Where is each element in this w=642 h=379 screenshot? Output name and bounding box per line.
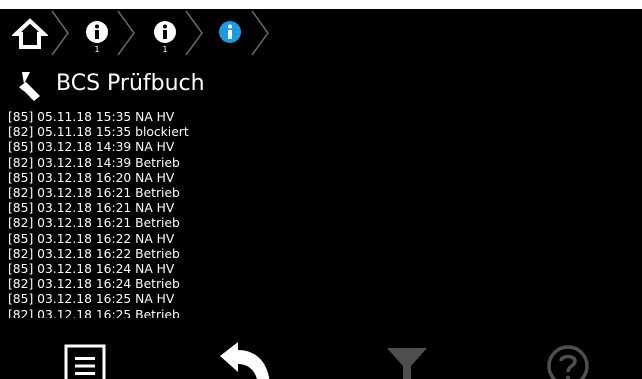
window-top-edge [0, 0, 642, 9]
log-entry: [82] 03.12.18 14:39 Betrieb [8, 155, 180, 170]
breadcrumb-info-2[interactable]: 1 [136, 9, 204, 57]
back-button[interactable] [218, 340, 276, 379]
log-entry: [82] 03.12.18 16:25 Betrieb [8, 307, 180, 318]
home-icon [12, 18, 48, 49]
page-title: BCS Prüfbuch [56, 71, 205, 96]
log-entry: [85] 03.12.18 16:24 NA HV [8, 262, 175, 277]
bottom-toolbar [6, 318, 642, 379]
menu-icon [64, 344, 106, 379]
breadcrumb-separator [251, 10, 269, 56]
info-icon-active [219, 21, 241, 43]
info-icon [154, 21, 176, 43]
breadcrumb-separator [185, 10, 203, 56]
log-entry: [82] 03.12.18 16:21 Betrieb [8, 186, 180, 201]
breadcrumb-info-1[interactable]: 1 [68, 9, 136, 57]
log-entry: [85] 05.11.18 15:35 NA HV [8, 110, 175, 124]
breadcrumb-number: 1 [94, 45, 100, 54]
log-entry: [82] 03.12.18 16:24 Betrieb [8, 277, 180, 292]
back-arrow-icon [220, 342, 270, 379]
help-button[interactable] [546, 344, 590, 379]
log-entry: [82] 03.12.18 16:22 Betrieb [8, 246, 180, 261]
breadcrumb-separator [117, 10, 135, 56]
log-entry: [85] 03.12.18 16:25 NA HV [8, 292, 175, 307]
log-entry: [82] 05.11.18 15:35 blockiert [8, 125, 189, 140]
menu-button[interactable] [64, 344, 106, 379]
logbook-tool-icon [19, 72, 40, 101]
breadcrumb-home[interactable] [6, 9, 69, 57]
filter-button[interactable] [385, 346, 429, 379]
log-list[interactable]: [85] 05.11.18 15:35 NA HV [82] 05.11.18 … [8, 110, 638, 318]
breadcrumb-info-current[interactable] [204, 9, 272, 57]
breadcrumb-separator [51, 10, 69, 56]
log-entry: [82] 03.12.18 16:21 Betrieb [8, 216, 180, 231]
info-icon [86, 21, 108, 43]
breadcrumb-number: 1 [162, 45, 168, 54]
device-screen: 1 1 BCS Prüfbuch [85] 05.11.18 15:35 NA … [6, 9, 642, 379]
breadcrumb: 1 1 [6, 9, 642, 57]
log-entry: [85] 03.12.18 16:21 NA HV [8, 201, 175, 216]
help-icon [547, 345, 589, 379]
log-entry: [85] 03.12.18 14:39 NA HV [8, 140, 175, 155]
log-entry: [85] 03.12.18 16:22 NA HV [8, 231, 175, 246]
filter-icon [387, 348, 427, 379]
log-entry: [85] 03.12.18 16:20 NA HV [8, 170, 175, 185]
